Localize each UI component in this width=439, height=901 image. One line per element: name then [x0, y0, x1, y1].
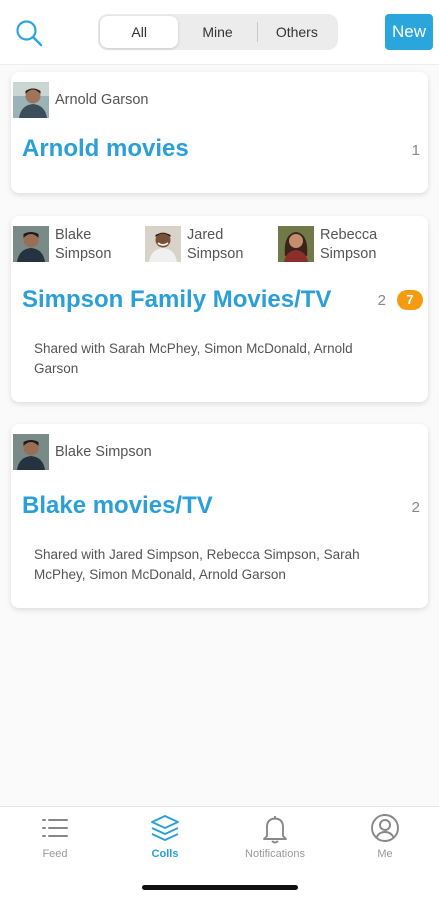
shared-with-text: Shared with Sarah McPhey, Simon McDonald…: [34, 341, 353, 376]
tab-label: Notifications: [245, 848, 305, 860]
collection-title[interactable]: Arnold movies: [22, 135, 189, 163]
tab-notifications[interactable]: Notifications: [220, 807, 330, 877]
avatar: [13, 226, 49, 262]
member-name: Blake Simpson: [55, 444, 152, 460]
avatar: [145, 226, 181, 262]
member-first-name: Rebecca: [320, 227, 378, 243]
layers-icon: [151, 815, 179, 841]
member: Blake Simpson: [13, 226, 111, 264]
collection-count: 1: [411, 142, 420, 159]
collection-card[interactable]: Blake Simpson Blake movies/TV 2 Shared w…: [11, 424, 428, 608]
tab-feed[interactable]: Feed: [0, 807, 110, 877]
home-indicator[interactable]: [142, 885, 298, 890]
tab-label: Colls: [151, 848, 179, 860]
member-list: Blake Simpson Jared Simpson Rebecca Simp…: [11, 226, 428, 266]
avatar: [13, 82, 49, 118]
member: Blake Simpson: [13, 434, 152, 470]
shared-with-text: Shared with Jared Simpson, Rebecca Simps…: [34, 547, 360, 582]
member-first-name: Blake: [55, 227, 92, 243]
user-icon: [371, 814, 399, 842]
filter-segmented-control: All Mine Others: [98, 14, 338, 50]
collection-count: 2: [411, 499, 420, 516]
tab-mine[interactable]: Mine: [178, 16, 256, 48]
collection-card[interactable]: Arnold Garson Arnold movies 1: [11, 72, 428, 193]
tab-label: Me: [377, 848, 393, 860]
member-list: Blake Simpson: [11, 434, 428, 474]
avatar: [13, 434, 49, 470]
member-last-name: Simpson: [55, 246, 112, 262]
avatar: [278, 226, 314, 262]
member: Rebecca Simpson: [278, 226, 377, 264]
bell-icon: [263, 816, 287, 844]
tab-others[interactable]: Others: [258, 16, 336, 48]
member-list: Arnold Garson: [11, 82, 428, 122]
new-button[interactable]: New: [385, 14, 433, 50]
member-last-name: Simpson: [320, 246, 377, 262]
member-name: Rebecca Simpson: [320, 226, 377, 264]
member-first-name: Jared: [187, 227, 224, 243]
member-name: Jared Simpson: [187, 226, 243, 264]
unread-badge: 7: [397, 290, 423, 310]
tab-colls[interactable]: Colls: [110, 807, 220, 877]
collection-title[interactable]: Blake movies/TV: [22, 492, 213, 520]
tab-label: Feed: [42, 848, 68, 860]
list-icon: [42, 819, 68, 837]
tab-all[interactable]: All: [100, 16, 179, 48]
member: Jared Simpson: [145, 226, 243, 264]
member-name: Arnold Garson: [55, 92, 149, 108]
collection-card[interactable]: Blake Simpson Jared Simpson Rebecca Simp…: [11, 216, 428, 402]
member-last-name: Simpson: [187, 246, 244, 262]
search-icon[interactable]: [14, 18, 44, 48]
tab-me[interactable]: Me: [330, 807, 439, 877]
member: Arnold Garson: [13, 82, 149, 118]
top-bar: All Mine Others New: [0, 0, 439, 65]
member-name: Blake Simpson: [55, 226, 111, 264]
collection-title[interactable]: Simpson Family Movies/TV: [22, 286, 331, 314]
collection-count: 2: [377, 292, 386, 309]
